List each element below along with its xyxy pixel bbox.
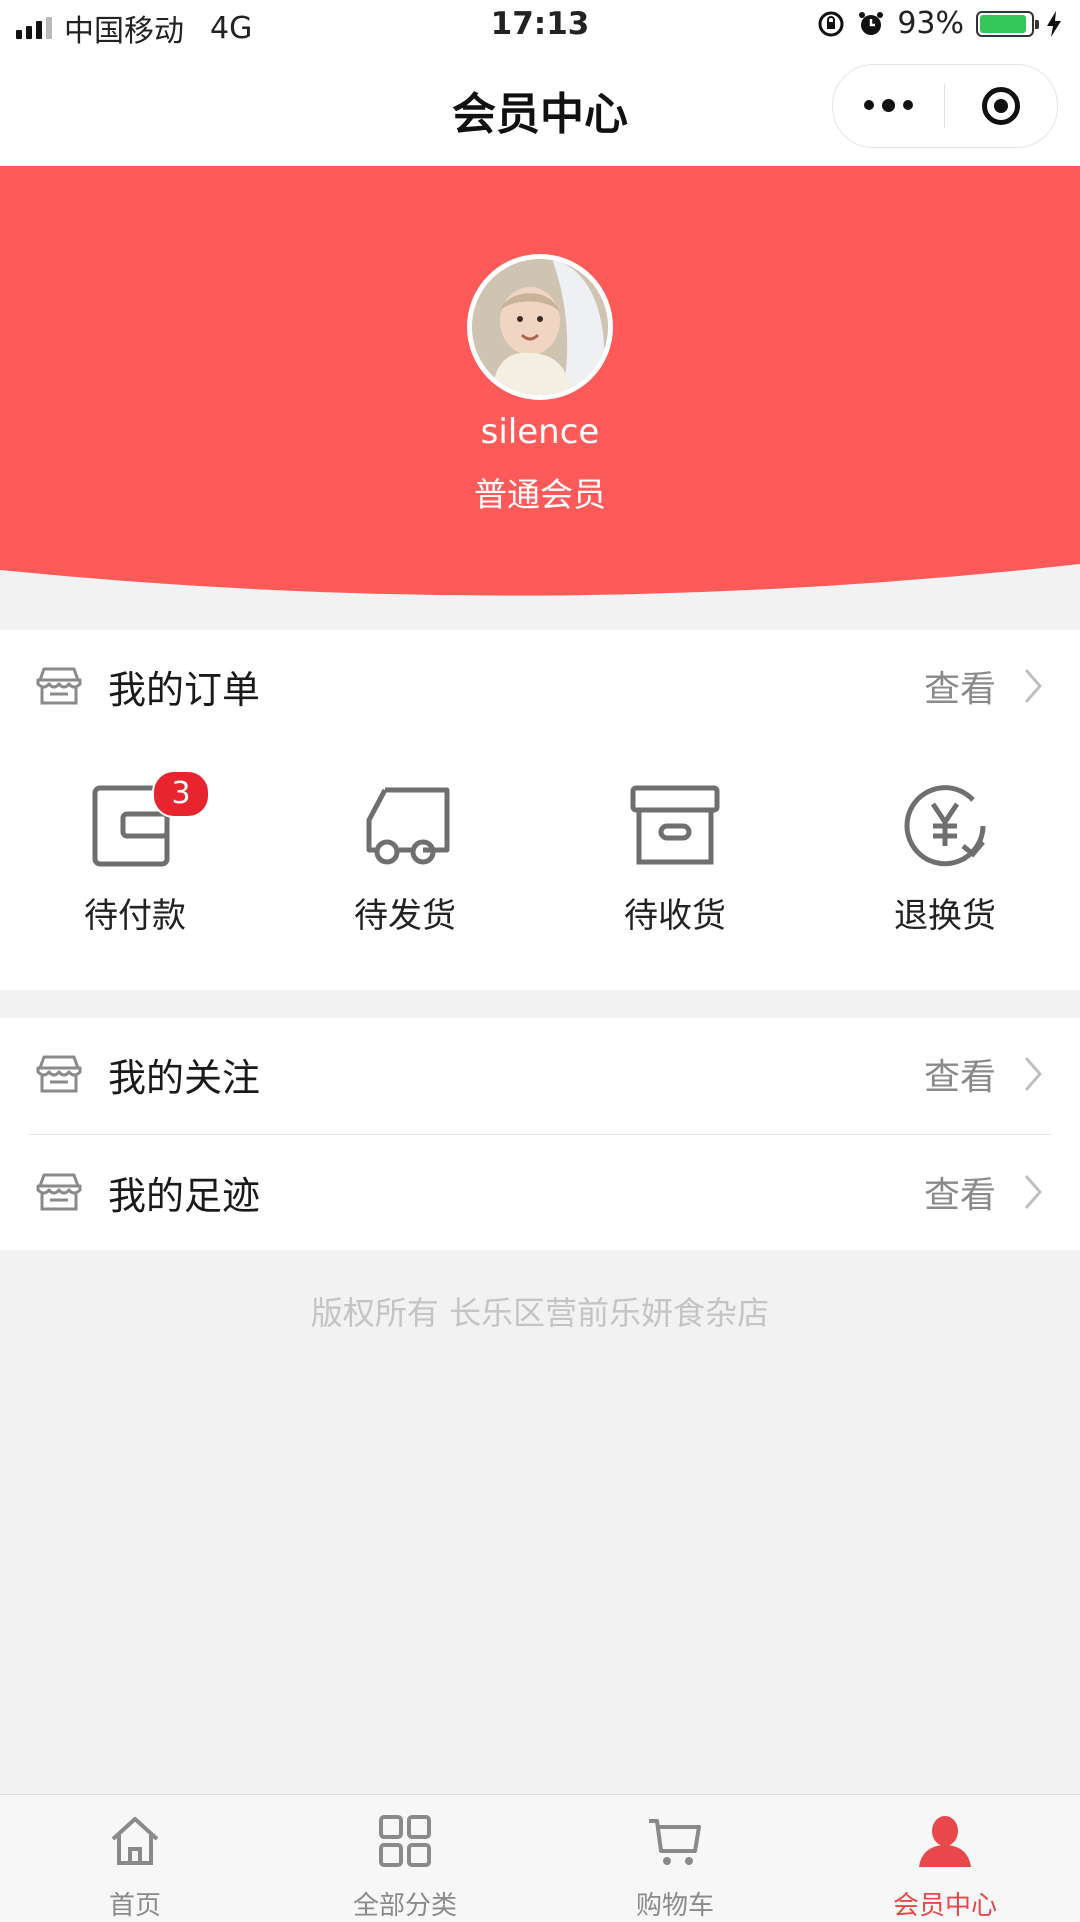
order-item-label: 待付款: [84, 896, 186, 936]
links-card: 我的关注 查看 我的足迹 查看: [0, 1018, 1080, 1250]
profile-header: silence 普通会员: [0, 166, 1080, 600]
status-bar: 中国移动 4G 17:13 93%: [0, 0, 1080, 54]
order-pending-shipment[interactable]: 待发货: [270, 750, 540, 950]
order-pending-payment[interactable]: 3 待付款: [0, 750, 270, 950]
order-status-list: 3 待付款 待发货 待收货 退换货: [0, 750, 1080, 950]
alarm-icon: [859, 11, 884, 35]
orders-view-link[interactable]: 查看: [924, 660, 996, 712]
box-icon: [630, 785, 720, 865]
store-icon: [36, 1173, 82, 1211]
order-item-label: 待收货: [624, 896, 726, 936]
order-item-label: 退换货: [894, 896, 996, 936]
nav-bar: 会员中心: [0, 54, 1080, 166]
home-icon: [111, 1817, 159, 1865]
orders-header-row[interactable]: 我的订单 查看: [0, 630, 1080, 742]
tab-member-center[interactable]: 会员中心: [810, 1795, 1080, 1921]
link-row-history[interactable]: 我的足迹 查看: [0, 1136, 1080, 1248]
charging-icon: [1047, 10, 1061, 37]
link-view[interactable]: 查看: [924, 1048, 996, 1100]
avatar-image: [472, 259, 608, 395]
tab-cart[interactable]: 购物车: [540, 1795, 810, 1921]
more-dots-icon[interactable]: [833, 98, 944, 112]
battery-fill: [980, 14, 1027, 33]
link-view[interactable]: 查看: [924, 1166, 996, 1218]
miniprogram-capsule: [832, 64, 1058, 148]
truck-icon: [366, 787, 450, 865]
tab-categories[interactable]: 全部分类: [270, 1795, 540, 1921]
row-divider: [28, 1134, 1052, 1135]
link-row-follow[interactable]: 我的关注 查看: [0, 1018, 1080, 1130]
yen-refund-icon: [904, 785, 986, 867]
tab-bar: 首页 全部分类 购物车 会员中心: [0, 1794, 1080, 1921]
user-icon: [919, 1816, 971, 1867]
orientation-lock-icon: [818, 11, 844, 36]
store-icon: [36, 667, 82, 705]
orders-card: 我的订单 查看 3 待付款 待发货 待收货 退换货: [0, 630, 1080, 990]
tab-home[interactable]: 首页: [0, 1795, 270, 1921]
cart-icon: [649, 1819, 701, 1865]
tab-label: 会员中心: [892, 1891, 997, 1921]
tab-label: 首页: [108, 1891, 161, 1921]
member-level: 普通会员: [474, 475, 606, 514]
order-pending-receipt[interactable]: 待收货: [540, 750, 810, 950]
grid-icon: [379, 1815, 431, 1867]
chevron-right-icon: [1024, 669, 1042, 703]
chevron-right-icon: [1024, 1175, 1042, 1209]
battery-icon: [976, 10, 1039, 37]
tab-label: 全部分类: [352, 1891, 457, 1921]
battery-percent: 93%: [897, 6, 964, 41]
pending-payment-badge: 3: [152, 770, 210, 818]
order-returns[interactable]: 退换货: [810, 750, 1080, 950]
link-title: 我的足迹: [108, 1173, 261, 1218]
order-item-label: 待发货: [354, 896, 456, 936]
target-icon[interactable]: [945, 87, 1056, 125]
store-icon: [36, 1055, 82, 1093]
avatar[interactable]: [467, 254, 613, 400]
status-right: 93%: [817, 6, 1062, 41]
copyright-text: 版权所有 长乐区营前乐妍食杂店: [310, 1294, 770, 1332]
tab-label: 购物车: [635, 1891, 714, 1921]
username: silence: [480, 412, 600, 452]
orders-title: 我的订单: [108, 667, 261, 712]
chevron-right-icon: [1024, 1057, 1042, 1091]
link-title: 我的关注: [108, 1055, 261, 1100]
